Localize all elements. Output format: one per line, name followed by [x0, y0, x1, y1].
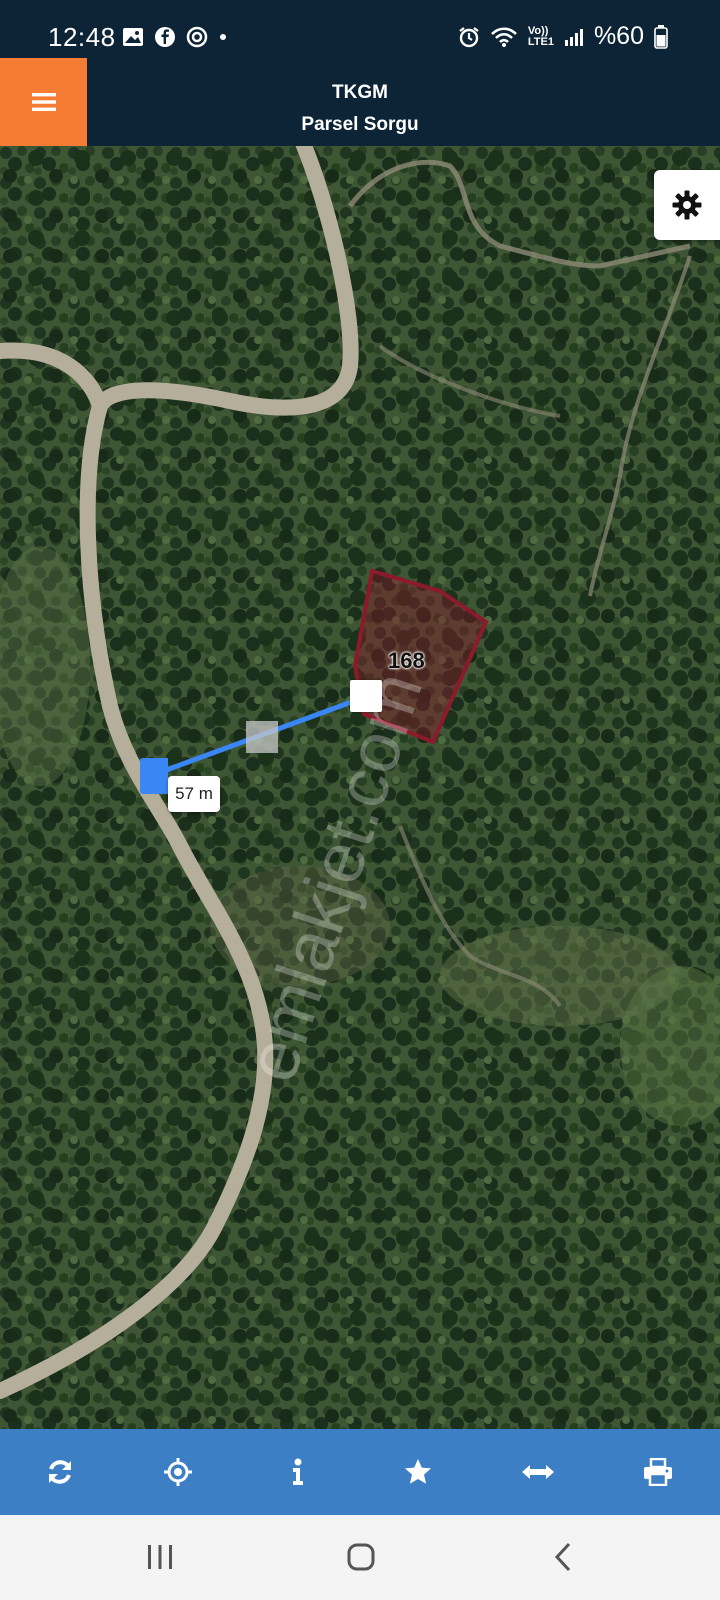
info-button[interactable]: [238, 1429, 358, 1515]
refresh-button[interactable]: [0, 1429, 120, 1515]
status-time: 12:48: [48, 22, 116, 52]
star-icon: [405, 1459, 431, 1484]
dot-icon: [220, 34, 226, 40]
back-button[interactable]: [533, 1535, 593, 1579]
wifi-icon: [490, 26, 517, 47]
back-icon: [554, 1542, 571, 1572]
measure-start-handle[interactable]: [140, 758, 168, 794]
favorite-button[interactable]: [358, 1429, 478, 1515]
status-system-icons: Vo)) LTE1 %60: [458, 22, 668, 51]
measure-arrows-icon: [522, 1465, 554, 1479]
print-button[interactable]: [598, 1429, 718, 1515]
system-nav-bar: [0, 1515, 720, 1600]
refresh-icon: [49, 1460, 71, 1484]
settings-button[interactable]: [654, 170, 720, 240]
facebook-icon: [155, 27, 175, 47]
home-button[interactable]: [331, 1535, 391, 1579]
parcel-number-label: 168: [388, 648, 425, 673]
lte-label: LTE1: [527, 35, 554, 48]
locate-button[interactable]: [118, 1429, 238, 1515]
info-icon: [293, 1458, 303, 1485]
battery-icon: [654, 24, 668, 49]
sync-icon: [186, 26, 208, 48]
battery-percent: %60: [593, 22, 644, 50]
satellite-map[interactable]: 168 emlakjet.com: [0, 146, 720, 1429]
app-title: TKGM: [332, 82, 388, 103]
crosshair-icon: [164, 1458, 192, 1486]
alarm-icon: [459, 26, 479, 47]
network-type-label: Vo)) LTE1: [527, 24, 554, 48]
measure-button[interactable]: [478, 1429, 598, 1515]
signal-icon: [564, 28, 583, 46]
measure-distance-label: 57 m: [168, 776, 220, 812]
gear-icon: [672, 190, 702, 220]
status-bar: 12:48 Vo)) LTE1 %60: [0, 0, 720, 58]
recent-apps-button[interactable]: [130, 1535, 190, 1579]
recent-apps-icon: [148, 1545, 172, 1569]
home-icon: [347, 1543, 375, 1571]
status-notification-icons: [122, 26, 228, 48]
volte-label: Vo)): [527, 24, 549, 37]
app-subtitle: Parsel Sorgu: [301, 114, 419, 135]
bottom-toolbar: [0, 1429, 720, 1515]
gallery-icon: [123, 28, 143, 46]
print-icon: [644, 1458, 672, 1486]
